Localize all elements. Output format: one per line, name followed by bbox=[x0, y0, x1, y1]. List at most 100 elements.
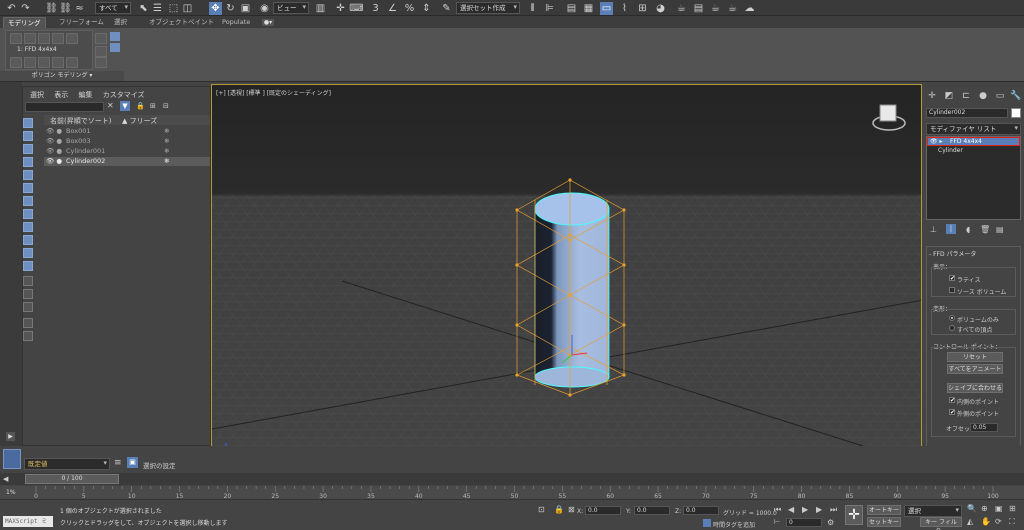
bind-spacewarp-icon[interactable]: ≈ bbox=[73, 2, 86, 15]
modifier-list-dropdown[interactable]: モディファイヤ リスト bbox=[926, 123, 1021, 135]
reset-button[interactable]: リセット bbox=[947, 352, 1003, 362]
inside-points-checkbox[interactable]: ✔ bbox=[949, 397, 955, 404]
edge-icon[interactable] bbox=[24, 57, 36, 68]
undo-icon[interactable]: ↶ bbox=[5, 2, 18, 15]
element-icon[interactable] bbox=[66, 57, 78, 68]
maxscript-listener[interactable]: MAXScript ミニ bbox=[3, 516, 53, 530]
absolute-mode-icon[interactable]: ⊠ bbox=[568, 505, 575, 514]
current-frame-field[interactable]: 0 bbox=[786, 518, 822, 527]
tab-object-paint[interactable]: オブジェクトペイント bbox=[145, 17, 218, 28]
maximize-viewport-icon[interactable]: ⛶ bbox=[1009, 517, 1015, 527]
display-spacewarps-icon[interactable] bbox=[23, 196, 33, 206]
remove-modifier-icon[interactable]: 🗑 bbox=[980, 225, 990, 234]
display-cameras-icon[interactable] bbox=[23, 170, 33, 180]
display-tab-icon[interactable]: ▭ bbox=[993, 90, 1007, 102]
set-key-icon[interactable]: ✛ bbox=[845, 505, 863, 525]
time-config-icon[interactable]: ⚙ bbox=[827, 518, 834, 527]
motion-tab-icon[interactable]: ● bbox=[976, 90, 990, 102]
pivot-center-icon[interactable]: ▥ bbox=[314, 2, 327, 15]
ribbon-side-button-1[interactable] bbox=[95, 33, 107, 44]
select-manipulate-icon[interactable]: ✛ bbox=[334, 2, 347, 15]
pin-stack-icon[interactable]: ⊥ bbox=[930, 225, 937, 234]
select-scale-icon[interactable]: ▣ bbox=[239, 2, 252, 15]
modify-tab-icon[interactable]: ◩ bbox=[942, 90, 956, 102]
viewport-label[interactable]: [+] [透視] [標準 ] [既定のシェーディング] bbox=[216, 88, 331, 97]
ribbon-side-button-2[interactable] bbox=[95, 46, 107, 57]
display-invert-icon[interactable] bbox=[23, 302, 33, 312]
lock-selection-icon[interactable]: 🔒 bbox=[554, 505, 564, 514]
render-production-icon[interactable]: ☕ bbox=[709, 2, 722, 15]
display-frozen-icon[interactable] bbox=[23, 261, 33, 271]
col-name[interactable]: 名前(昇順でソート) bbox=[50, 116, 111, 126]
filter-icon[interactable]: ▼ bbox=[120, 101, 130, 111]
reference-coord-dropdown[interactable]: ビュー bbox=[273, 2, 309, 14]
ribbon-options-icon[interactable]: ●▾ bbox=[262, 19, 274, 26]
key-filters-button[interactable]: キー フィルタ... bbox=[920, 517, 962, 530]
scene-row-cylinder002[interactable]: 👁 ● Cylinder002 ❄ bbox=[44, 157, 210, 166]
key-mode-icon[interactable]: ⊢ bbox=[774, 518, 780, 526]
window-crossing-icon[interactable]: ◫ bbox=[181, 2, 194, 15]
time-tag-icon[interactable] bbox=[703, 519, 711, 527]
hierarchy-tab-icon[interactable]: ⊏ bbox=[959, 90, 973, 102]
keyboard-shortcut-icon[interactable]: ⌨ bbox=[349, 2, 363, 15]
stack-item-cylinder[interactable]: Cylinder bbox=[938, 147, 963, 154]
menu-select[interactable]: 選択 bbox=[30, 91, 44, 99]
zoom-extents-all-icon[interactable]: ⊞ bbox=[1009, 504, 1016, 513]
configure-sets-icon[interactable]: ▤ bbox=[996, 225, 1004, 234]
select-rotate-icon[interactable]: ↻ bbox=[224, 2, 237, 15]
time-tag-label[interactable]: 時間タグを追加 bbox=[713, 520, 755, 529]
make-unique-icon[interactable]: ◖ bbox=[966, 225, 970, 234]
left-gutter-arrow[interactable]: ▶ bbox=[6, 432, 15, 441]
play-icon[interactable]: ▶ bbox=[802, 505, 808, 514]
zoom-icon[interactable]: 🔍 bbox=[967, 504, 977, 513]
ribbon-panel-label[interactable]: ポリゴン モデリング ▾ bbox=[0, 71, 124, 81]
only-in-volume-radio[interactable] bbox=[949, 315, 955, 321]
isolate-icon[interactable]: ⊡ bbox=[538, 505, 545, 514]
render-cloud-icon[interactable]: ☁ bbox=[743, 2, 756, 15]
display-all-icon[interactable] bbox=[23, 289, 33, 299]
link-icon[interactable]: ⛓ bbox=[45, 2, 58, 15]
scene-row-box003[interactable]: 👁 ● Box003 ❄ bbox=[44, 137, 210, 146]
goto-end-icon[interactable]: ⏭ bbox=[830, 505, 837, 515]
ribbon-side-button-3[interactable] bbox=[95, 57, 107, 68]
scene-search-input[interactable] bbox=[25, 102, 104, 112]
select-by-name-icon[interactable]: ☰ bbox=[151, 2, 164, 15]
unlink-icon[interactable]: ⛓ bbox=[59, 2, 72, 15]
viewport[interactable]: [+] [透視] [標準 ] [既定のシェーディング] bbox=[211, 84, 922, 470]
display-helpers-icon[interactable] bbox=[23, 183, 33, 193]
object-color-swatch[interactable] bbox=[1011, 108, 1021, 118]
edit-poly-icon[interactable] bbox=[10, 33, 22, 44]
preset-dropdown[interactable]: 既定値 bbox=[24, 458, 110, 470]
menu-customize[interactable]: カスタマイズ bbox=[103, 91, 145, 99]
pan-icon[interactable]: ✋ bbox=[981, 517, 991, 526]
time-slider[interactable] bbox=[0, 473, 1024, 485]
display-shapes-icon[interactable] bbox=[23, 144, 33, 154]
filter-funnel-icon[interactable] bbox=[23, 318, 33, 328]
tab-populate[interactable]: Populate bbox=[218, 17, 254, 28]
key-selection-dropdown[interactable]: 選択 bbox=[904, 505, 962, 517]
all-vertices-radio[interactable] bbox=[949, 325, 955, 331]
zoom-extents-icon[interactable]: ▣ bbox=[995, 504, 1003, 513]
z-field[interactable]: 0.0 bbox=[683, 506, 719, 515]
source-volume-checkbox[interactable] bbox=[949, 287, 955, 293]
filter-funnel2-icon[interactable] bbox=[23, 331, 33, 341]
tab-modeling[interactable]: モデリング bbox=[3, 17, 46, 28]
display-none-icon[interactable] bbox=[23, 118, 33, 128]
select-object-icon[interactable]: ⬉ bbox=[137, 2, 150, 15]
utilities-tab-icon[interactable]: 🔧 bbox=[1009, 90, 1023, 102]
lattice-checkbox[interactable]: ✔ bbox=[949, 275, 955, 282]
orbit-icon[interactable]: ⟳ bbox=[995, 517, 1002, 526]
field-of-view-icon[interactable]: ◭ bbox=[967, 517, 973, 526]
display-lights-icon[interactable] bbox=[23, 157, 33, 167]
redo-icon[interactable]: ↷ bbox=[19, 2, 32, 15]
named-selection-dropdown[interactable]: 選択セット作成 bbox=[456, 2, 520, 14]
clear-search-icon[interactable]: ✕ bbox=[107, 101, 114, 110]
stack-item-ffd[interactable]: 👁 ▸ FFD 4x4x4 bbox=[927, 137, 1020, 146]
layer-explorer-icon[interactable]: ▦ bbox=[582, 2, 595, 15]
ribbon-blue-icon-2[interactable] bbox=[110, 43, 120, 52]
next-frame-icon[interactable]: ▶ bbox=[816, 505, 822, 514]
display-groups-icon[interactable] bbox=[23, 209, 33, 219]
rect-selection-icon[interactable]: ⬚ bbox=[167, 2, 180, 15]
angle-snap-icon[interactable]: ∠ bbox=[386, 2, 399, 15]
col-freeze[interactable]: ▲ フリーズ bbox=[122, 116, 157, 126]
